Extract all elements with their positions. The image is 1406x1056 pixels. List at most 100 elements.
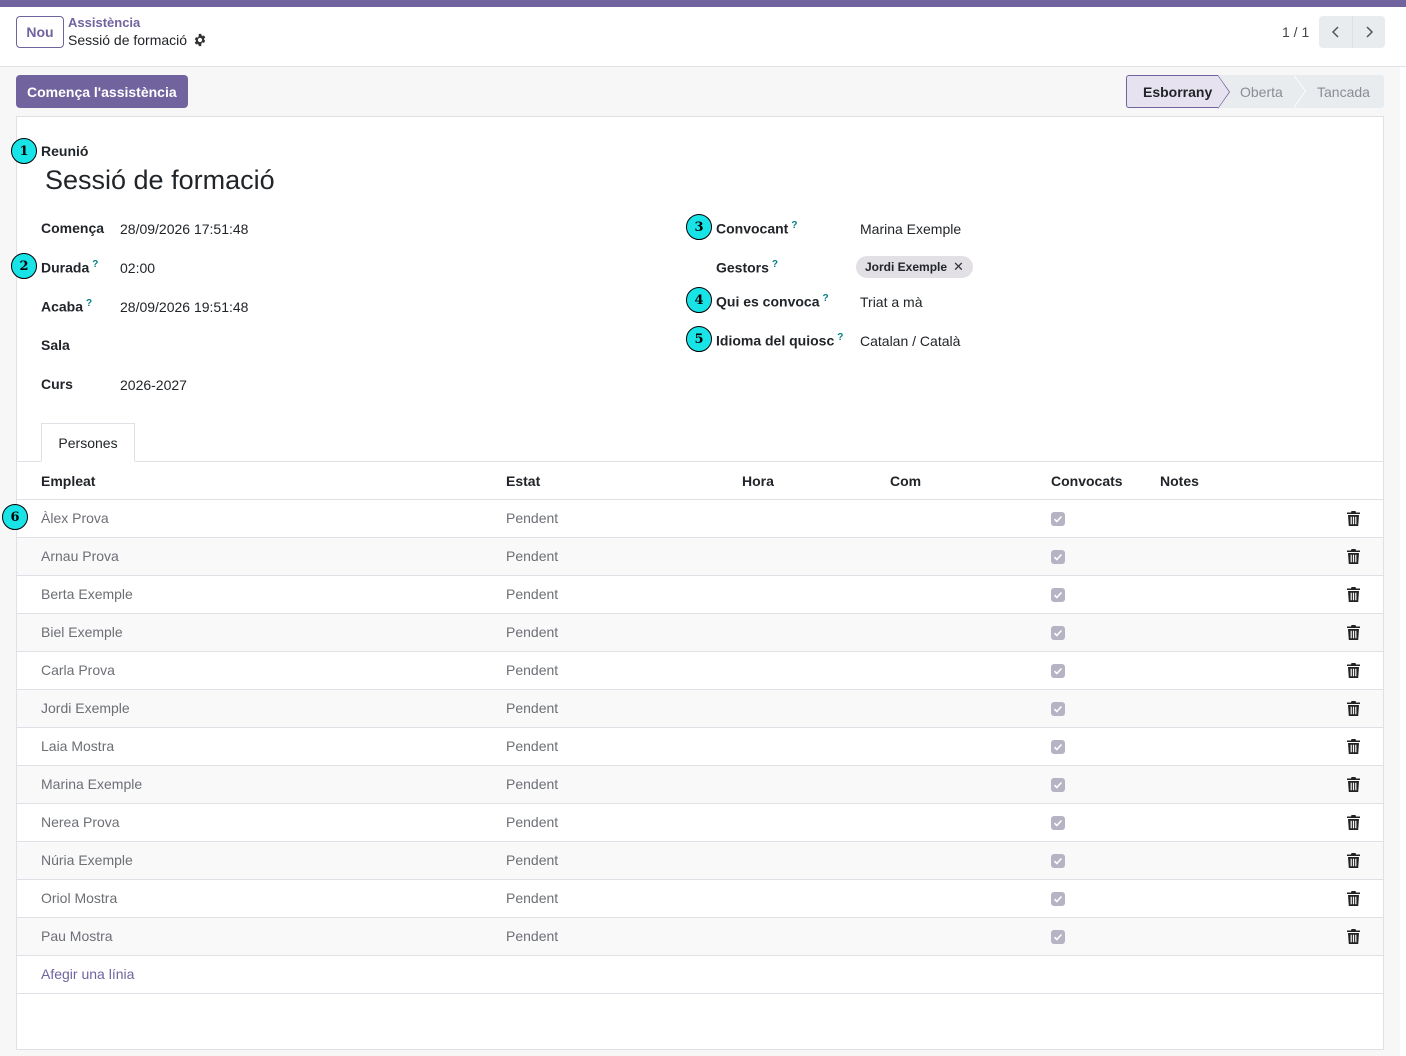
end-value[interactable]: 28/09/2026 19:51:48	[120, 299, 248, 315]
employee-name[interactable]: Núria Exemple	[41, 852, 133, 868]
employee-name[interactable]: Laia Mostra	[41, 738, 114, 754]
invited-checkbox[interactable]	[1051, 854, 1065, 868]
stage-closed[interactable]: Tancada	[1293, 75, 1384, 108]
annotation-marker: 5	[686, 326, 712, 352]
employee-name[interactable]: Carla Prova	[41, 662, 115, 678]
table-row[interactable]: Berta Exemple Pendent	[17, 576, 1383, 614]
table-row[interactable]: Àlex Prova Pendent	[17, 500, 1383, 538]
close-icon[interactable]: ✕	[953, 259, 964, 275]
invited-checkbox[interactable]	[1051, 550, 1065, 564]
who-value[interactable]: Triat a mà	[860, 294, 923, 310]
convener-value[interactable]: Marina Exemple	[860, 221, 961, 237]
help-icon[interactable]: ?	[92, 259, 98, 270]
attendance-status[interactable]: Pendent	[506, 662, 558, 678]
trash-icon[interactable]	[1347, 739, 1360, 754]
invited-checkbox[interactable]	[1051, 740, 1065, 754]
breadcrumb-parent[interactable]: Assistència	[68, 15, 140, 30]
trash-icon[interactable]	[1347, 891, 1360, 906]
invited-checkbox[interactable]	[1051, 512, 1065, 526]
add-line-row: Afegir una línia	[17, 956, 1383, 994]
course-value[interactable]: 2026-2027	[120, 377, 187, 393]
managers-label: Gestors?	[716, 259, 779, 276]
trash-icon[interactable]	[1347, 853, 1360, 868]
manager-tag[interactable]: Jordi Exemple ✕	[856, 256, 973, 278]
attendance-status[interactable]: Pendent	[506, 776, 558, 792]
trash-icon[interactable]	[1347, 549, 1360, 564]
table-row[interactable]: Carla Prova Pendent	[17, 652, 1383, 690]
attendance-status[interactable]: Pendent	[506, 586, 558, 602]
pager-previous-button[interactable]	[1319, 16, 1352, 48]
help-icon[interactable]: ?	[822, 293, 828, 304]
trash-icon[interactable]	[1347, 511, 1360, 526]
pager-value[interactable]: 1 / 1	[1282, 24, 1309, 40]
pager-next-button[interactable]	[1352, 16, 1385, 48]
chevron-right-icon	[1366, 26, 1374, 38]
start-attendance-button[interactable]: Comença l'assistència	[16, 75, 188, 108]
trash-icon[interactable]	[1347, 777, 1360, 792]
table-row[interactable]: Marina Exemple Pendent	[17, 766, 1383, 804]
invited-checkbox[interactable]	[1051, 892, 1065, 906]
add-line-link[interactable]: Afegir una línia	[41, 966, 134, 982]
invited-checkbox[interactable]	[1051, 702, 1065, 716]
start-label: Comença	[41, 220, 105, 236]
invited-checkbox[interactable]	[1051, 816, 1065, 830]
table-row[interactable]: Núria Exemple Pendent	[17, 842, 1383, 880]
table-row[interactable]: Pau Mostra Pendent	[17, 918, 1383, 956]
stage-draft[interactable]: Esborrany	[1126, 75, 1230, 109]
table-row[interactable]: Oriol Mostra Pendent	[17, 880, 1383, 918]
header-status[interactable]: Estat	[506, 473, 540, 489]
employee-name[interactable]: Biel Exemple	[41, 624, 123, 640]
header-time[interactable]: Hora	[742, 473, 774, 489]
invited-checkbox[interactable]	[1051, 626, 1065, 640]
help-icon[interactable]: ?	[791, 220, 797, 231]
employee-name[interactable]: Arnau Prova	[41, 548, 119, 564]
start-value[interactable]: 28/09/2026 17:51:48	[120, 221, 248, 237]
trash-icon[interactable]	[1347, 929, 1360, 944]
employee-name[interactable]: Nerea Prova	[41, 814, 120, 830]
trash-icon[interactable]	[1347, 625, 1360, 640]
trash-icon[interactable]	[1347, 587, 1360, 602]
attendance-status[interactable]: Pendent	[506, 738, 558, 754]
table-row[interactable]: Jordi Exemple Pendent	[17, 690, 1383, 728]
invited-checkbox[interactable]	[1051, 664, 1065, 678]
employee-name[interactable]: Berta Exemple	[41, 586, 133, 602]
attendance-status[interactable]: Pendent	[506, 928, 558, 944]
employee-name[interactable]: Jordi Exemple	[41, 700, 130, 716]
invited-checkbox[interactable]	[1051, 930, 1065, 944]
tab-persones[interactable]: Persones	[41, 423, 135, 462]
trash-icon[interactable]	[1347, 663, 1360, 678]
chevron-left-icon	[1331, 26, 1339, 38]
new-button[interactable]: Nou	[16, 16, 64, 48]
help-icon[interactable]: ?	[837, 332, 843, 343]
table-row[interactable]: Nerea Prova Pendent	[17, 804, 1383, 842]
invited-checkbox[interactable]	[1051, 778, 1065, 792]
trash-icon[interactable]	[1347, 701, 1360, 716]
employee-name[interactable]: Àlex Prova	[41, 510, 109, 526]
attendance-status[interactable]: Pendent	[506, 624, 558, 640]
attendance-status[interactable]: Pendent	[506, 700, 558, 716]
header-invited[interactable]: Convocats	[1051, 473, 1123, 489]
trash-icon[interactable]	[1347, 815, 1360, 830]
attendance-status[interactable]: Pendent	[506, 510, 558, 526]
kiosk-language-value[interactable]: Catalan / Català	[860, 333, 960, 349]
duration-value[interactable]: 02:00	[120, 260, 155, 276]
employee-name[interactable]: Marina Exemple	[41, 776, 142, 792]
header-how[interactable]: Com	[890, 473, 921, 489]
employee-name[interactable]: Oriol Mostra	[41, 890, 117, 906]
help-icon[interactable]: ?	[772, 259, 778, 270]
gear-icon[interactable]	[193, 33, 207, 47]
help-icon[interactable]: ?	[86, 298, 92, 309]
invited-checkbox[interactable]	[1051, 588, 1065, 602]
attendance-status[interactable]: Pendent	[506, 548, 558, 564]
table-row[interactable]: Laia Mostra Pendent	[17, 728, 1383, 766]
record-title[interactable]: Sessió de formació	[45, 165, 275, 196]
header-notes[interactable]: Notes	[1160, 473, 1199, 489]
attendance-status[interactable]: Pendent	[506, 814, 558, 830]
table-row[interactable]: Arnau Prova Pendent	[17, 538, 1383, 576]
table-row[interactable]: Biel Exemple Pendent	[17, 614, 1383, 652]
attendance-status[interactable]: Pendent	[506, 890, 558, 906]
employee-name[interactable]: Pau Mostra	[41, 928, 113, 944]
header-employee[interactable]: Empleat	[41, 473, 95, 489]
attendance-status[interactable]: Pendent	[506, 852, 558, 868]
table-body: Àlex Prova Pendent Arnau Prova Pendent Berta…	[17, 500, 1383, 994]
